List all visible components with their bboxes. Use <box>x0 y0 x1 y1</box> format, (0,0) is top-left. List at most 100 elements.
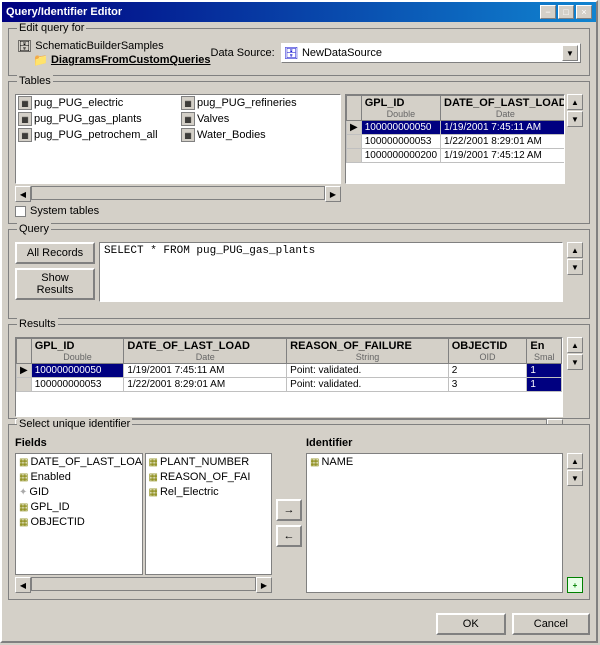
system-tables-checkbox[interactable] <box>15 206 26 217</box>
results-col-date: DATE_OF_LAST_LOADDate <box>124 339 287 364</box>
show-results-button[interactable]: Show Results <box>15 268 95 300</box>
identifier-content: Fields ▦ DATE_OF_LAST_LOAD ▦ Enabled <box>15 437 583 593</box>
results-col-reason: REASON_OF_FAILUREString <box>287 339 449 364</box>
tables-hscroll[interactable] <box>31 186 325 200</box>
fields-list-left[interactable]: ▦ DATE_OF_LAST_LOAD ▦ Enabled ✦ GID <box>15 453 143 575</box>
table-item-gas-plants[interactable]: ▦ pug_PUG_gas_plants <box>16 111 177 127</box>
remove-from-identifier-button[interactable]: ← <box>276 525 302 547</box>
identifier-add-button[interactable]: + <box>567 577 583 593</box>
cancel-button[interactable]: Cancel <box>512 613 590 635</box>
identifier-scroll-buttons: ▲ ▼ + <box>567 437 583 593</box>
table-icon: ▦ <box>181 96 195 110</box>
tree-root-item[interactable]: 🗄 SchematicBuilderSamples <box>17 39 211 53</box>
identifier-header: Identifier <box>306 437 563 449</box>
all-records-button[interactable]: All Records <box>15 242 95 264</box>
fields-hscroll[interactable] <box>31 577 256 591</box>
preview-row-3[interactable]: 1000000000200 1/19/2001 7:45:12 AM <box>347 149 566 163</box>
field-item-date[interactable]: ▦ DATE_OF_LAST_LOAD <box>17 455 141 469</box>
results-label: Results <box>17 318 58 330</box>
edit-query-group: Edit query for 🗄 SchematicBuilderSamples… <box>8 28 590 76</box>
title-bar-buttons: − □ × <box>540 5 592 19</box>
table-icon: ▦ <box>18 112 32 126</box>
tables-scroll-right[interactable]: ▶ <box>325 186 341 202</box>
result-en-1: 1 <box>527 364 562 378</box>
field-item-enabled[interactable]: ▦ Enabled <box>17 470 141 484</box>
field-item-reason[interactable]: ▦ REASON_OF_FAI <box>147 470 271 484</box>
datasource-label: Data Source: <box>211 47 275 59</box>
window-title: Query/Identifier Editor <box>6 6 122 18</box>
ok-button[interactable]: OK <box>436 613 506 635</box>
preview-scroll-up[interactable]: ▲ <box>567 94 583 110</box>
identifier-group: Select unique identifier Fields ▦ DATE_O… <box>8 424 590 600</box>
datasource-value: NewDataSource <box>302 47 382 59</box>
results-col-gplid: GPL_IDDouble <box>31 339 124 364</box>
fields-header: Fields <box>15 437 272 449</box>
preview-date-3: 1/19/2001 7:45:12 AM <box>441 149 565 163</box>
system-tables-label: System tables <box>30 205 99 217</box>
table-icon: ▦ <box>18 96 32 110</box>
result-id-2: 100000000053 <box>31 378 124 392</box>
tree-child-item[interactable]: 📁 DiagramsFromCustomQueries <box>33 53 211 67</box>
results-row-1[interactable]: ▶ 100000000050 1/19/2001 7:45:11 AM Poin… <box>17 364 562 378</box>
query-scroll-down[interactable]: ▼ <box>567 259 583 275</box>
footer-buttons: OK Cancel <box>8 609 590 635</box>
tree-area: 🗄 SchematicBuilderSamples 📁 DiagramsFrom… <box>17 39 211 67</box>
table-item-refineries[interactable]: ▦ pug_PUG_refineries <box>179 95 340 111</box>
preview-grid: GPL_ID Double DATE_OF_LAST_LOAD Date <box>345 94 565 184</box>
preview-id-2: 100000000053 <box>361 135 440 149</box>
preview-scroll-down[interactable]: ▼ <box>567 111 583 127</box>
result-date-2: 1/22/2001 8:29:01 AM <box>124 378 287 392</box>
tables-group: Tables ▦ pug_PUG_electric ▦ pug_PUG_refi… <box>8 81 590 224</box>
close-button[interactable]: × <box>576 5 592 19</box>
results-row-2[interactable]: 100000000053 1/22/2001 8:29:01 AM Point:… <box>17 378 562 392</box>
system-tables-row: System tables <box>15 205 341 217</box>
fields-scrollbar: ◀ ▶ <box>15 577 272 593</box>
identifier-scroll-down[interactable]: ▼ <box>567 470 583 486</box>
preview-row-2[interactable]: 100000000053 1/22/2001 8:29:01 AM <box>347 135 566 149</box>
result-objid-2: 3 <box>448 378 527 392</box>
identifier-list[interactable]: ▦ NAME <box>306 453 563 593</box>
results-scroll-up[interactable]: ▲ <box>567 337 583 353</box>
preview-id-1: 100000000050 <box>361 121 440 135</box>
datasource-dropdown-arrow[interactable]: ▼ <box>562 45 578 61</box>
query-input[interactable]: SELECT * FROM pug_PUG_gas_plants <box>99 242 563 302</box>
identifier-scroll-up[interactable]: ▲ <box>567 453 583 469</box>
results-grid[interactable]: GPL_IDDouble DATE_OF_LAST_LOADDate REASO… <box>15 337 563 417</box>
tables-scroll-left[interactable]: ◀ <box>15 186 31 202</box>
fields-list-right[interactable]: ▦ PLANT_NUMBER ▦ REASON_OF_FAI ▦ Rel_Ele… <box>145 453 273 575</box>
minimize-button[interactable]: − <box>540 5 556 19</box>
query-group: Query All Records Show Results SELECT * … <box>8 229 590 319</box>
field-item-gid[interactable]: ✦ GID <box>17 485 141 499</box>
result-id-1: 100000000050 <box>31 364 124 378</box>
identifier-group-label: Select unique identifier <box>17 418 132 430</box>
identifier-area: Identifier ▦ NAME <box>306 437 563 593</box>
field-item-gplid[interactable]: ▦ GPL_ID <box>17 500 141 514</box>
identifier-item-name[interactable]: ▦ NAME <box>308 455 561 469</box>
query-scroll-buttons: ▲ ▼ <box>567 242 583 302</box>
tables-content: ▦ pug_PUG_electric ▦ pug_PUG_refineries … <box>15 94 583 217</box>
field-item-objectid[interactable]: ▦ OBJECTID <box>17 515 141 529</box>
fields-scroll-left[interactable]: ◀ <box>15 577 31 593</box>
table-item-electric[interactable]: ▦ pug_PUG_electric <box>16 95 177 111</box>
edit-query-label: Edit query for <box>17 22 86 34</box>
content-area: Edit query for 🗄 SchematicBuilderSamples… <box>2 22 596 641</box>
results-col-en: EnSmal <box>527 339 562 364</box>
table-item-petrochem[interactable]: ▦ pug_PUG_petrochem_all <box>16 127 177 143</box>
query-scroll-up[interactable]: ▲ <box>567 242 583 258</box>
results-scroll-down[interactable]: ▼ <box>567 354 583 370</box>
preview-row-1[interactable]: ▶ 100000000050 1/19/2001 7:45:11 AM <box>347 121 566 135</box>
preview-date-1: 1/19/2001 7:45:11 AM <box>441 121 565 135</box>
result-reason-1: Point: validated. <box>287 364 449 378</box>
fields-scroll-right[interactable]: ▶ <box>256 577 272 593</box>
preview-date-2: 1/22/2001 8:29:01 AM <box>441 135 565 149</box>
field-item-plant[interactable]: ▦ PLANT_NUMBER <box>147 455 271 469</box>
tables-list[interactable]: ▦ pug_PUG_electric ▦ pug_PUG_refineries … <box>15 94 341 184</box>
result-objid-1: 2 <box>448 364 527 378</box>
add-to-identifier-button[interactable]: → <box>276 499 302 521</box>
maximize-button[interactable]: □ <box>558 5 574 19</box>
datasource-combo[interactable]: 🗄 NewDataSource ▼ <box>281 43 581 63</box>
table-item-water[interactable]: ▦ Water_Bodies <box>179 127 340 143</box>
field-item-rel[interactable]: ▦ Rel_Electric <box>147 485 271 499</box>
table-item-valves[interactable]: ▦ Valves <box>179 111 340 127</box>
query-buttons: All Records Show Results <box>15 242 95 302</box>
